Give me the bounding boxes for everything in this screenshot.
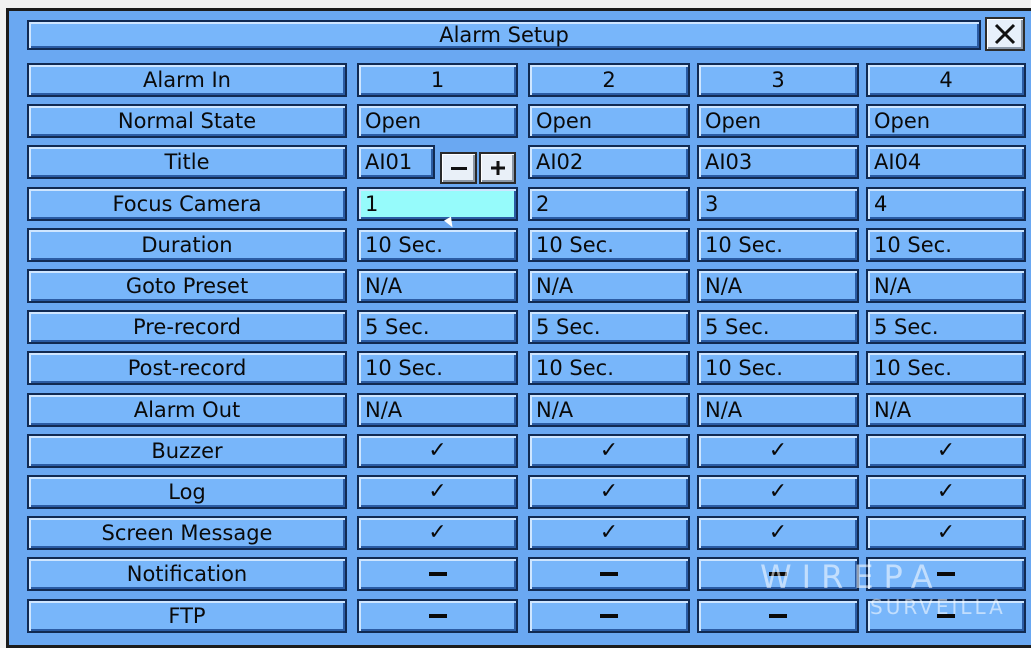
title-cell-1[interactable]: AI01 <box>357 145 435 179</box>
notification-cell-3[interactable] <box>697 557 859 591</box>
log-check-3[interactable]: ✓ <box>697 475 859 509</box>
title-cell-2[interactable]: AI02 <box>528 145 690 179</box>
pre-record-cell-3[interactable]: 5 Sec. <box>697 310 859 344</box>
buzzer-check-1[interactable]: ✓ <box>357 434 518 468</box>
log-check-4[interactable]: ✓ <box>866 475 1026 509</box>
normal-state-cell-2[interactable]: Open <box>528 104 690 138</box>
duration-cell-4[interactable]: 10 Sec. <box>866 228 1026 262</box>
column-header-3: 3 <box>697 63 859 97</box>
log-check-1[interactable]: ✓ <box>357 475 518 509</box>
screen-message-check-3[interactable]: ✓ <box>697 516 859 550</box>
close-button[interactable] <box>985 17 1025 51</box>
alarm-out-cell-1[interactable]: N/A <box>357 393 518 427</box>
row-label-log: Log <box>27 475 347 509</box>
close-icon <box>994 23 1016 45</box>
post-record-cell-1[interactable]: 10 Sec. <box>357 351 518 385</box>
dash-icon <box>428 614 447 618</box>
dash-icon <box>937 614 955 618</box>
goto-preset-cell-3[interactable]: N/A <box>697 269 859 303</box>
screen-message-check-4[interactable]: ✓ <box>866 516 1026 550</box>
pre-record-cell-2[interactable]: 5 Sec. <box>528 310 690 344</box>
ftp-cell-3[interactable] <box>697 599 859 633</box>
row-label-screen-message: Screen Message <box>27 516 347 550</box>
normal-state-cell-4[interactable]: Open <box>866 104 1026 138</box>
focus-camera-cell-4[interactable]: 4 <box>866 187 1026 221</box>
goto-preset-cell-1[interactable]: N/A <box>357 269 518 303</box>
post-record-cell-3[interactable]: 10 Sec. <box>697 351 859 385</box>
duration-cell-1[interactable]: 10 Sec. <box>357 228 518 262</box>
column-header-2: 2 <box>528 63 690 97</box>
normal-state-cell-1[interactable]: Open <box>357 104 518 138</box>
column-header-4: 4 <box>866 63 1026 97</box>
minus-icon <box>450 166 467 170</box>
dialog-title-text: Alarm Setup <box>439 22 569 47</box>
row-label-post-record: Post-record <box>27 351 347 385</box>
pre-record-cell-4[interactable]: 5 Sec. <box>866 310 1026 344</box>
focus-camera-cell-3[interactable]: 3 <box>697 187 859 221</box>
dash-icon <box>600 614 618 618</box>
row-label-normal-state: Normal State <box>27 104 347 138</box>
notification-cell-1[interactable] <box>357 557 518 591</box>
alarm-out-cell-2[interactable]: N/A <box>528 393 690 427</box>
row-label-goto-preset: Goto Preset <box>27 269 347 303</box>
row-label-focus-camera: Focus Camera <box>27 187 347 221</box>
row-label-ftp: FTP <box>27 599 347 633</box>
row-label-alarm-out: Alarm Out <box>27 393 347 427</box>
screen-message-check-1[interactable]: ✓ <box>357 516 518 550</box>
buzzer-check-4[interactable]: ✓ <box>866 434 1026 468</box>
goto-preset-cell-2[interactable]: N/A <box>528 269 690 303</box>
dash-icon <box>600 572 618 576</box>
buzzer-check-3[interactable]: ✓ <box>697 434 859 468</box>
duration-cell-3[interactable]: 10 Sec. <box>697 228 859 262</box>
row-label-duration: Duration <box>27 228 347 262</box>
title-cell-4[interactable]: AI04 <box>866 145 1026 179</box>
screen-message-check-2[interactable]: ✓ <box>528 516 690 550</box>
ftp-cell-4[interactable] <box>866 599 1026 633</box>
row-label-buzzer: Buzzer <box>27 434 347 468</box>
header-label-alarm-in: Alarm In <box>27 63 347 97</box>
goto-preset-cell-4[interactable]: N/A <box>866 269 1026 303</box>
dash-icon <box>937 572 955 576</box>
pre-record-cell-1[interactable]: 5 Sec. <box>357 310 518 344</box>
alarm-out-cell-3[interactable]: N/A <box>697 393 859 427</box>
post-record-cell-4[interactable]: 10 Sec. <box>866 351 1026 385</box>
decrement-button[interactable] <box>440 152 477 184</box>
notification-cell-2[interactable] <box>528 557 690 591</box>
focus-camera-cell-2[interactable]: 2 <box>528 187 690 221</box>
dialog-title: Alarm Setup <box>27 20 981 50</box>
column-header-1: 1 <box>357 63 518 97</box>
focus-camera-cell-1[interactable]: 1 <box>357 187 518 221</box>
notification-cell-4[interactable] <box>866 557 1026 591</box>
title-stepper[interactable] <box>440 152 517 184</box>
row-label-pre-record: Pre-record <box>27 310 347 344</box>
duration-cell-2[interactable]: 10 Sec. <box>528 228 690 262</box>
alarm-out-cell-4[interactable]: N/A <box>866 393 1026 427</box>
normal-state-cell-3[interactable]: Open <box>697 104 859 138</box>
log-check-2[interactable]: ✓ <box>528 475 690 509</box>
dash-icon <box>769 572 787 576</box>
ftp-cell-2[interactable] <box>528 599 690 633</box>
increment-button[interactable] <box>479 152 516 184</box>
row-label-notification: Notification <box>27 557 347 591</box>
buzzer-check-2[interactable]: ✓ <box>528 434 690 468</box>
post-record-cell-2[interactable]: 10 Sec. <box>528 351 690 385</box>
row-label-title: Title <box>27 145 347 179</box>
ftp-cell-1[interactable] <box>357 599 518 633</box>
title-cell-3[interactable]: AI03 <box>697 145 859 179</box>
dash-icon <box>769 614 787 618</box>
plus-icon <box>490 161 505 175</box>
dash-icon <box>428 572 447 576</box>
